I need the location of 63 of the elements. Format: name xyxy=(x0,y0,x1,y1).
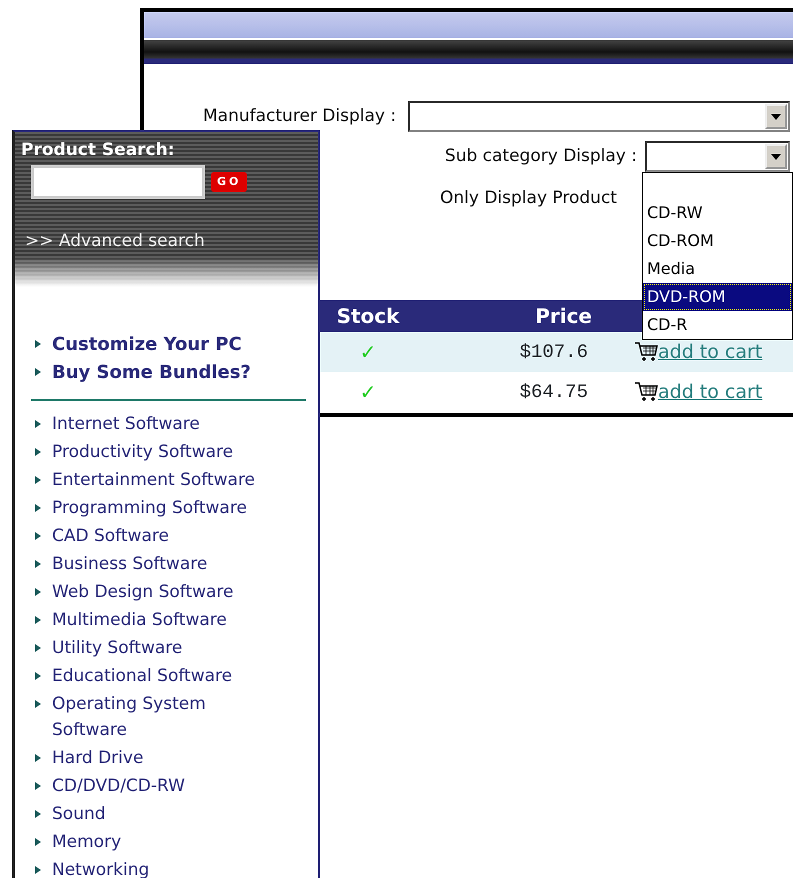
dropdown-option[interactable]: Media xyxy=(643,255,792,283)
category-link[interactable]: Productivity Software xyxy=(52,439,234,465)
go-button[interactable]: GO xyxy=(211,172,248,192)
dropdown-arrow-button[interactable] xyxy=(765,144,787,169)
bullet-icon xyxy=(35,838,41,846)
bullet-icon xyxy=(35,504,41,512)
bullet-icon xyxy=(35,588,41,596)
cart-icon xyxy=(634,341,658,363)
dropdown-option[interactable]: CD-ROM xyxy=(643,227,792,255)
bullet-icon xyxy=(35,754,41,762)
dropdown-option[interactable]: CD-R xyxy=(643,311,792,339)
bullet-icon xyxy=(35,644,41,652)
bullet-icon xyxy=(35,560,41,568)
category-link[interactable]: Entertainment Software xyxy=(52,467,256,493)
cart-icon xyxy=(634,381,658,403)
bullet-icon xyxy=(35,866,41,874)
category-link[interactable]: Sound xyxy=(52,801,106,827)
stock-check: ✓ xyxy=(358,379,378,406)
bullet-icon xyxy=(35,700,41,708)
dropdown-option[interactable]: DVD-ROM xyxy=(643,283,792,311)
bullet-icon xyxy=(35,672,41,680)
advanced-search-link[interactable]: >> Advanced search xyxy=(25,230,205,250)
bullet-icon xyxy=(35,340,41,348)
bullet-icon xyxy=(35,476,41,484)
bullet-icon xyxy=(35,368,41,376)
dropdown-option[interactable]: CD-RW xyxy=(643,199,792,227)
category-link[interactable]: Operating System Software xyxy=(52,691,284,743)
add-to-cart-link[interactable]: add to cart xyxy=(658,378,762,406)
category-link[interactable]: Programming Software xyxy=(52,495,247,521)
subcategory-label: Sub category Display : xyxy=(444,144,637,168)
caret-icon xyxy=(771,154,781,160)
add-to-cart-link[interactable]: add to cart xyxy=(658,338,762,366)
column-header: Stock xyxy=(336,303,401,330)
category-link[interactable]: Educational Software xyxy=(52,663,232,689)
column-header: Price xyxy=(534,303,593,330)
category-link[interactable]: Multimedia Software xyxy=(52,607,227,633)
bullet-icon xyxy=(35,810,41,818)
category-link[interactable]: CAD Software xyxy=(52,523,169,549)
category-link[interactable]: Business Software xyxy=(52,551,208,577)
featured-link[interactable]: Buy Some Bundles? xyxy=(52,359,251,387)
dropdown-arrow-button[interactable] xyxy=(765,104,787,129)
price-cell-text: $64.75 xyxy=(518,380,589,405)
bullet-icon xyxy=(35,616,41,624)
subcategory-select[interactable] xyxy=(645,141,790,172)
category-link[interactable]: Web Design Software xyxy=(52,579,234,605)
bullet-icon xyxy=(35,448,41,456)
featured-link[interactable]: Customize Your PC xyxy=(52,331,242,359)
category-link[interactable]: Utility Software xyxy=(52,635,182,661)
category-link[interactable]: Memory xyxy=(52,829,122,855)
price-cell-text: $107.6 xyxy=(518,340,589,365)
search-field[interactable] xyxy=(31,164,205,198)
search-title: Product Search: xyxy=(21,139,176,162)
bullet-icon xyxy=(35,532,41,540)
manufacturer-label: Manufacturer Display : xyxy=(203,104,396,128)
manufacturer-select[interactable] xyxy=(408,101,790,132)
category-link[interactable]: CD/DVD/CD-RW xyxy=(52,773,185,799)
only-display-label: Only Display Product xyxy=(440,188,617,208)
bullet-icon xyxy=(35,782,41,790)
bullet-icon xyxy=(35,420,41,428)
category-link[interactable]: Internet Software xyxy=(52,411,200,437)
category-link[interactable]: Hard Drive xyxy=(52,745,144,771)
stock-check: ✓ xyxy=(358,339,378,366)
caret-icon xyxy=(771,114,781,120)
